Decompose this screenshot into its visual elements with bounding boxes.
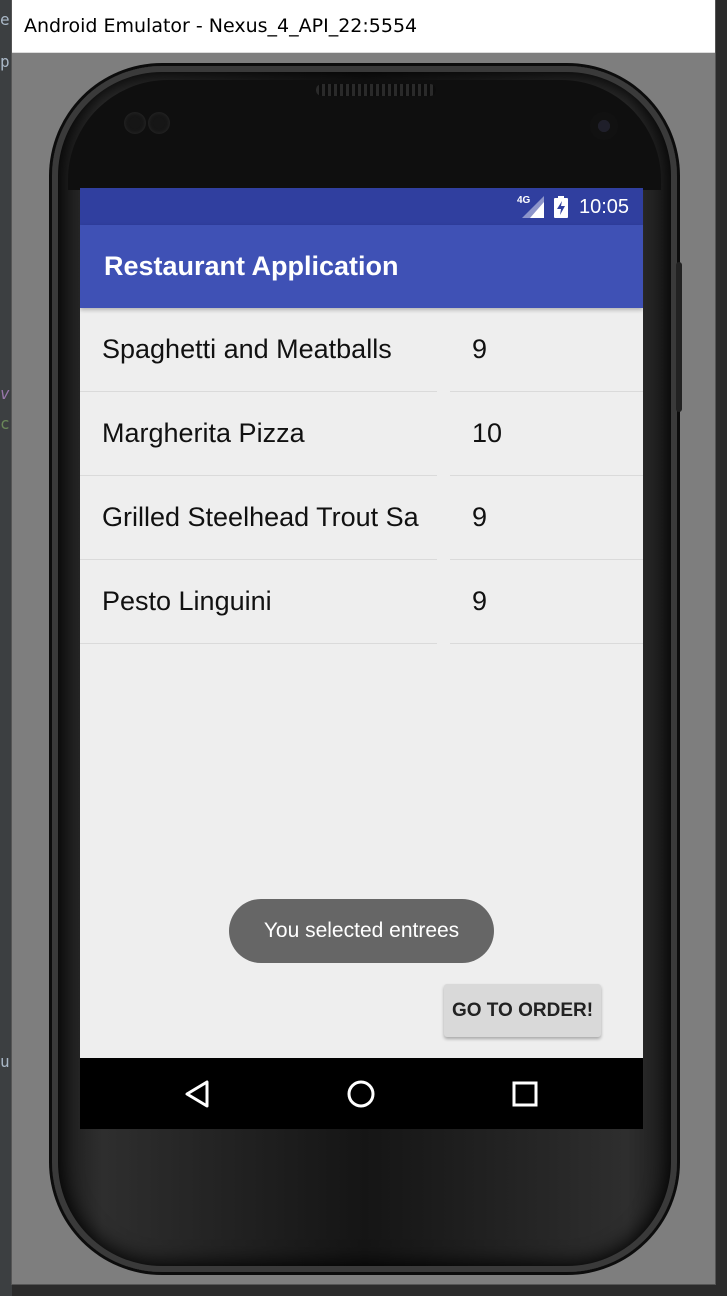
light-sensor	[148, 112, 170, 134]
item-price: 9	[472, 334, 488, 364]
status-bar: 4G 10:05	[80, 188, 643, 225]
network-type-label: 4G	[517, 195, 531, 206]
list-item[interactable]: Margherita Pizza 10	[80, 392, 643, 476]
phone-top-bezel	[68, 80, 661, 190]
emulator-titlebar[interactable]: Android Emulator - Nexus_4_API_22:5554	[12, 0, 715, 53]
ide-text-fragment: v	[0, 384, 10, 403]
device-screen: 4G 10:05 Restaurant Application Spaghett…	[80, 188, 643, 1129]
navigation-bar	[80, 1058, 643, 1129]
app-toolbar: Restaurant Application	[80, 225, 643, 308]
power-button[interactable]	[676, 262, 682, 412]
ide-text-fragment: e	[0, 10, 10, 29]
back-icon[interactable]	[179, 1076, 215, 1112]
proximity-sensor	[124, 112, 146, 134]
desktop: e p v c u Android Emulator - Nexus_4_API…	[0, 0, 727, 1296]
window-title: Android Emulator - Nexus_4_API_22:5554	[24, 15, 418, 37]
item-price: 9	[472, 586, 488, 616]
divider	[80, 643, 437, 644]
item-price: 10	[472, 418, 503, 448]
item-price: 9	[472, 502, 488, 532]
item-name: Grilled Steelhead Trout Sa	[102, 502, 419, 532]
ide-text-fragment: u	[0, 1052, 10, 1071]
speaker-grille	[316, 84, 436, 96]
divider	[450, 643, 643, 644]
list-item[interactable]: Spaghetti and Meatballs 9	[80, 308, 643, 392]
status-time: 10:05	[579, 196, 630, 218]
background-ide-strip: e p v c u	[0, 0, 12, 1296]
front-camera-icon	[590, 112, 618, 140]
item-name: Spaghetti and Meatballs	[102, 334, 392, 364]
app-title: Restaurant Application	[104, 251, 399, 281]
item-name: Margherita Pizza	[102, 418, 305, 448]
menu-list: Spaghetti and Meatballs 9 Margherita Piz…	[80, 308, 643, 644]
list-item[interactable]: Pesto Linguini 9	[80, 560, 643, 644]
ide-text-fragment: c	[0, 414, 10, 433]
home-icon[interactable]	[343, 1076, 379, 1112]
list-item[interactable]: Grilled Steelhead Trout Sa 9	[80, 476, 643, 560]
battery-charging-icon	[554, 196, 568, 218]
recents-icon[interactable]	[507, 1076, 543, 1112]
item-name: Pesto Linguini	[102, 586, 272, 616]
toast-message: You selected entrees	[229, 899, 494, 963]
ide-text-fragment: p	[0, 52, 10, 71]
go-to-order-button[interactable]: GO TO ORDER!	[444, 984, 601, 1037]
